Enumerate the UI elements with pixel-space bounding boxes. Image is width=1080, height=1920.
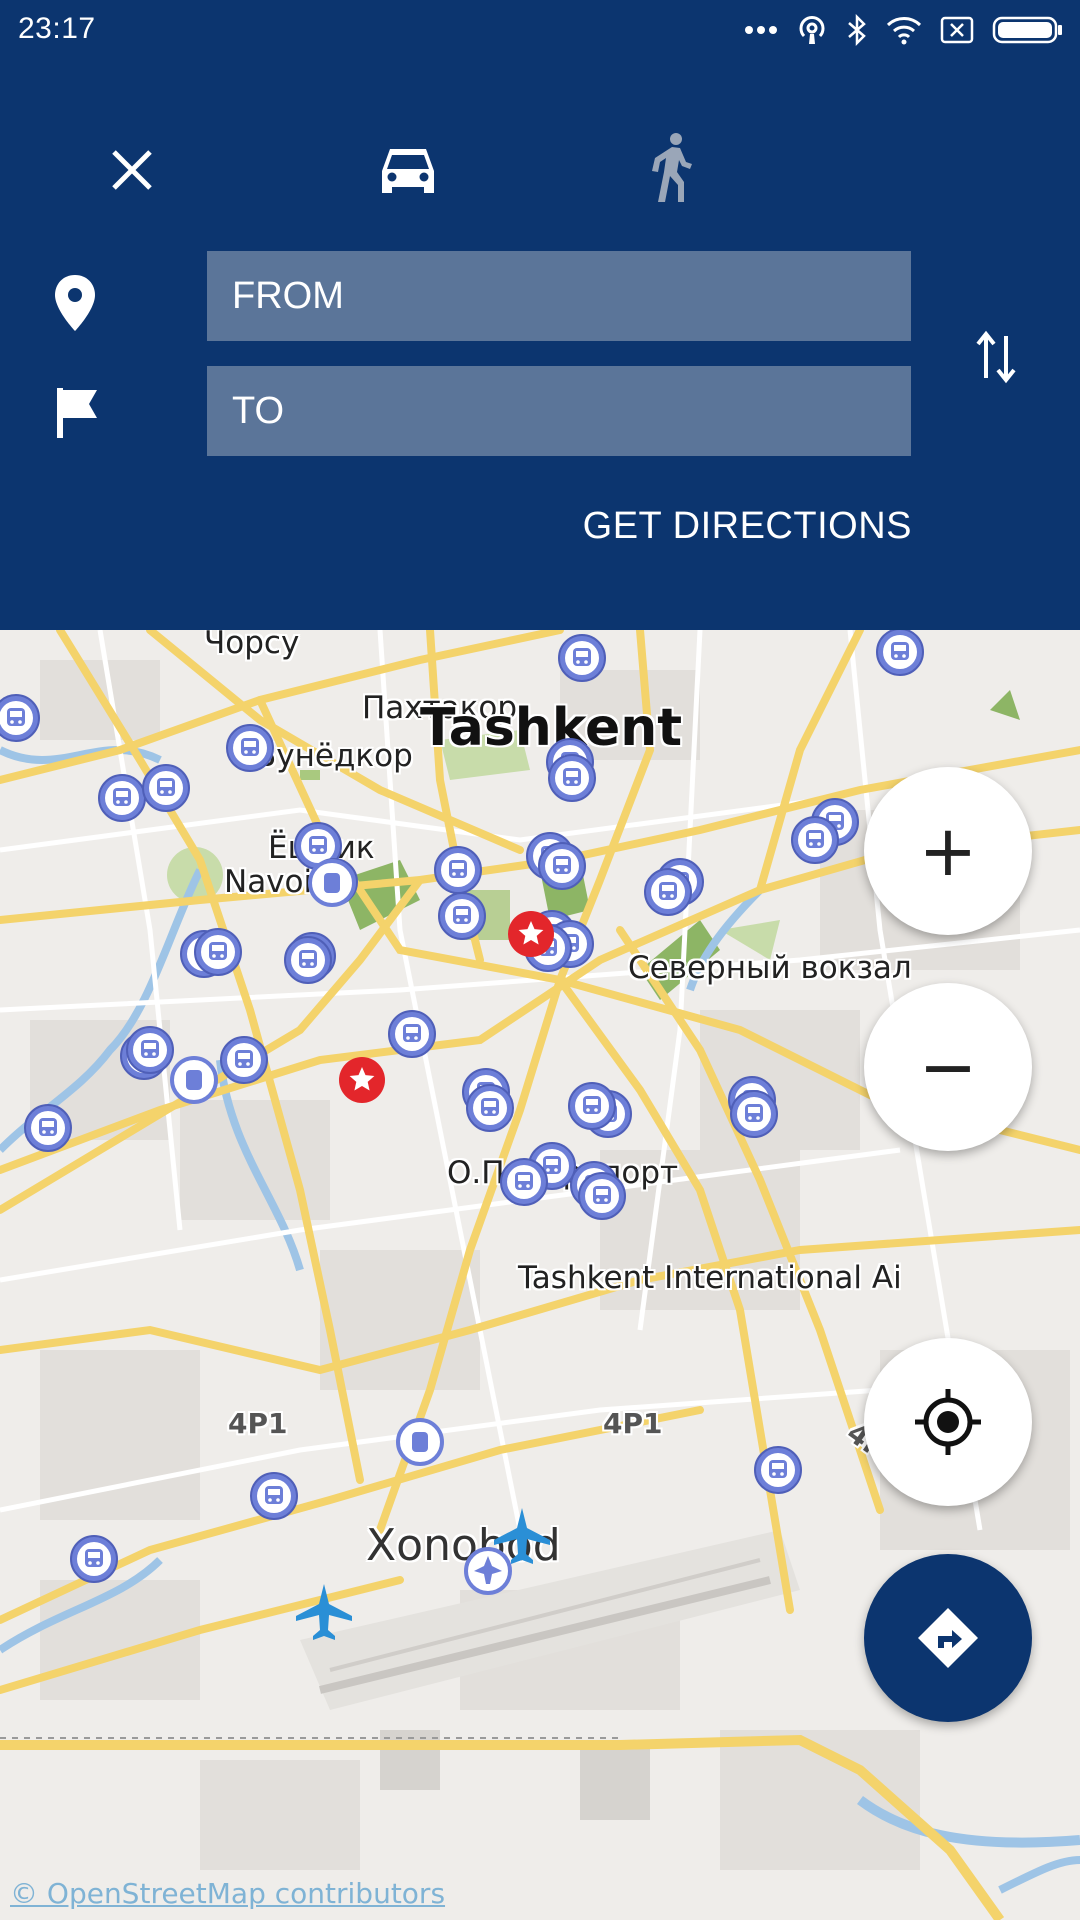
my-location-button[interactable]	[864, 1338, 1032, 1506]
close-icon	[112, 150, 152, 190]
status-icons	[744, 10, 1064, 50]
transit-stop-marker[interactable]	[250, 1472, 298, 1520]
status-time: 23:17	[18, 12, 96, 45]
to-placeholder: TO	[232, 389, 285, 432]
transit-stop-marker[interactable]	[388, 1010, 436, 1058]
transit-stop-marker[interactable]	[220, 1036, 268, 1084]
transit-stop-marker[interactable]	[98, 774, 146, 822]
zoom-out-button[interactable]: −	[864, 983, 1032, 1151]
transit-stop-marker[interactable]	[194, 928, 242, 976]
directions-panel: FROM TO GET DIRECTIONS	[0, 60, 1080, 630]
zoom-in-button[interactable]: +	[864, 767, 1032, 935]
directions-icon	[918, 1608, 978, 1668]
transit-stop-marker[interactable]	[0, 694, 40, 742]
transit-stop-marker[interactable]	[791, 816, 839, 864]
status-bar: 23:17	[0, 0, 1080, 60]
transit-stop-marker[interactable]	[578, 1172, 626, 1220]
transit-stop-marker[interactable]	[644, 868, 692, 916]
transit-stop-marker[interactable]	[500, 1158, 548, 1206]
mode-walk-button[interactable]	[632, 120, 712, 215]
transit-stop-marker[interactable]	[438, 892, 486, 940]
bus-stop-marker[interactable]	[308, 859, 356, 907]
poi-star-marker[interactable]	[339, 1057, 385, 1103]
mode-car-button[interactable]	[368, 125, 448, 215]
from-placeholder: FROM	[232, 274, 344, 317]
transit-stop-marker[interactable]	[70, 1535, 118, 1583]
transit-stop-marker[interactable]	[876, 630, 924, 676]
transit-stop-marker[interactable]	[538, 842, 586, 890]
more-dots-icon	[745, 26, 777, 34]
my-location-icon	[915, 1389, 981, 1455]
walk-icon	[652, 132, 692, 202]
wifi-icon	[886, 17, 922, 45]
get-directions-button[interactable]: GET DIRECTIONS	[583, 505, 912, 548]
osm-attribution-link[interactable]: © OpenStreetMap contributors	[10, 1877, 445, 1910]
close-button[interactable]	[92, 130, 172, 210]
from-pin	[48, 268, 102, 338]
bus-stop-marker[interactable]	[170, 1056, 218, 1104]
flag-icon	[57, 388, 97, 438]
zoom-out-icon: −	[918, 1026, 978, 1108]
zoom-in-icon: +	[918, 810, 978, 892]
from-input[interactable]: FROM	[207, 251, 911, 341]
transit-stop-marker[interactable]	[434, 846, 482, 894]
sim-off-icon	[940, 16, 974, 44]
airplane-icon	[296, 1584, 352, 1640]
directions-fab[interactable]	[864, 1554, 1032, 1722]
transit-stop-marker[interactable]	[226, 724, 274, 772]
location-pin-icon	[55, 275, 95, 331]
transit-stop-marker[interactable]	[126, 1026, 174, 1074]
to-input[interactable]: TO	[207, 366, 911, 456]
transit-stop-marker[interactable]	[142, 764, 190, 812]
transit-stop-marker[interactable]	[24, 1104, 72, 1152]
transit-stop-marker[interactable]	[730, 1090, 778, 1138]
transit-stop-marker[interactable]	[548, 754, 596, 802]
transit-stop-marker[interactable]	[558, 634, 606, 682]
hotspot-icon	[799, 16, 825, 44]
transit-stop-marker[interactable]	[568, 1082, 616, 1130]
bus-stop-marker[interactable]	[396, 1418, 444, 1466]
battery-icon	[992, 16, 1062, 44]
poi-star-marker[interactable]	[508, 911, 554, 957]
swap-vertical-icon	[976, 330, 1016, 384]
transit-stop-marker[interactable]	[284, 936, 332, 984]
to-flag	[50, 382, 104, 444]
transit-stop-marker[interactable]	[754, 1446, 802, 1494]
car-icon	[382, 149, 434, 193]
transit-stop-marker[interactable]	[466, 1084, 514, 1132]
airport-marker[interactable]	[464, 1547, 512, 1595]
swap-button[interactable]	[966, 322, 1026, 392]
bluetooth-icon	[848, 14, 866, 46]
